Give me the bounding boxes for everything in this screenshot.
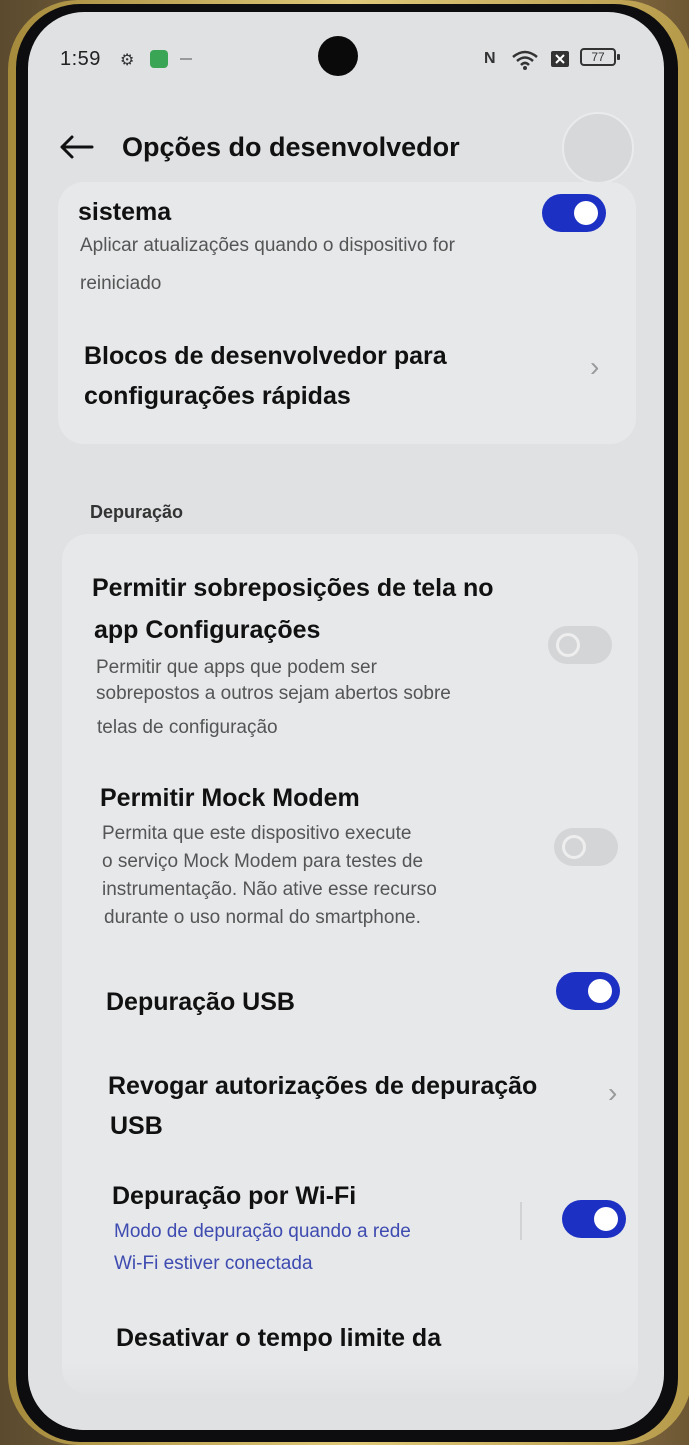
row-subtitle: Permitir que apps que podem ser <box>96 657 377 678</box>
floating-button-ghost <box>562 112 634 184</box>
row-title: configurações rápidas <box>84 382 351 410</box>
app-notification-icon <box>150 50 168 68</box>
no-sim-icon <box>550 50 570 73</box>
settings-gear-icon: ⚙ <box>120 52 135 69</box>
wifi-icon <box>512 50 538 75</box>
row-title: Permitir sobreposições de tela no <box>92 574 494 602</box>
chevron-right-icon: › <box>590 351 600 382</box>
wifi-debugging-toggle[interactable] <box>562 1200 626 1238</box>
row-title: Depuração por Wi-Fi <box>112 1182 357 1210</box>
usb-debugging-toggle[interactable] <box>556 972 620 1010</box>
screen-overlays-toggle[interactable] <box>548 626 612 664</box>
phone-screen: 1:59 ⚙ N 77 Opções do desenvolvedor sist… <box>28 12 664 1430</box>
row-subtitle: Aplicar atualizações quando o dispositiv… <box>80 235 455 256</box>
row-subtitle: durante o uso normal do smartphone. <box>104 907 421 928</box>
row-title: Desativar o tempo limite da <box>116 1324 442 1352</box>
row-subtitle: instrumentação. Não ative esse recurso <box>102 879 437 900</box>
app-header: Opções do desenvolvedor <box>28 102 664 192</box>
arrow-left-icon[interactable] <box>58 132 94 162</box>
row-subtitle: Modo de depuração quando a rede <box>114 1221 411 1242</box>
row-subtitle: Permita que este dispositivo execute <box>102 823 412 844</box>
nfc-icon: N <box>484 50 496 67</box>
system-updates-toggle[interactable] <box>542 194 606 232</box>
bottom-fade <box>28 1360 664 1430</box>
row-subtitle: o serviço Mock Modem para testes de <box>102 851 424 872</box>
row-title: app Configurações <box>94 616 321 644</box>
front-camera <box>318 36 358 76</box>
row-title: sistema <box>78 198 172 226</box>
row-subtitle: telas de configuração <box>97 717 278 738</box>
mock-modem-toggle[interactable] <box>554 828 618 866</box>
chevron-right-icon: › <box>608 1077 618 1108</box>
row-subtitle: sobrepostos a outros sejam abertos sobre <box>96 683 451 704</box>
row-title: Blocos de desenvolvedor para <box>84 342 447 370</box>
status-dash <box>180 58 192 60</box>
status-time: 1:59 <box>60 48 101 70</box>
row-title: USB <box>110 1112 163 1140</box>
row-subtitle: Wi-Fi estiver conectada <box>114 1253 313 1274</box>
section-label-debug: Depuração <box>90 502 184 522</box>
battery-icon: 77 <box>580 48 620 66</box>
row-subtitle: reiniciado <box>80 273 162 294</box>
row-divider <box>520 1202 522 1240</box>
page-title: Opções do desenvolvedor <box>122 132 460 162</box>
row-title: Depuração USB <box>106 988 295 1016</box>
battery-level: 77 <box>591 50 605 64</box>
row-title: Revogar autorizações de depuração <box>108 1072 538 1100</box>
row-title: Permitir Mock Modem <box>100 784 360 812</box>
